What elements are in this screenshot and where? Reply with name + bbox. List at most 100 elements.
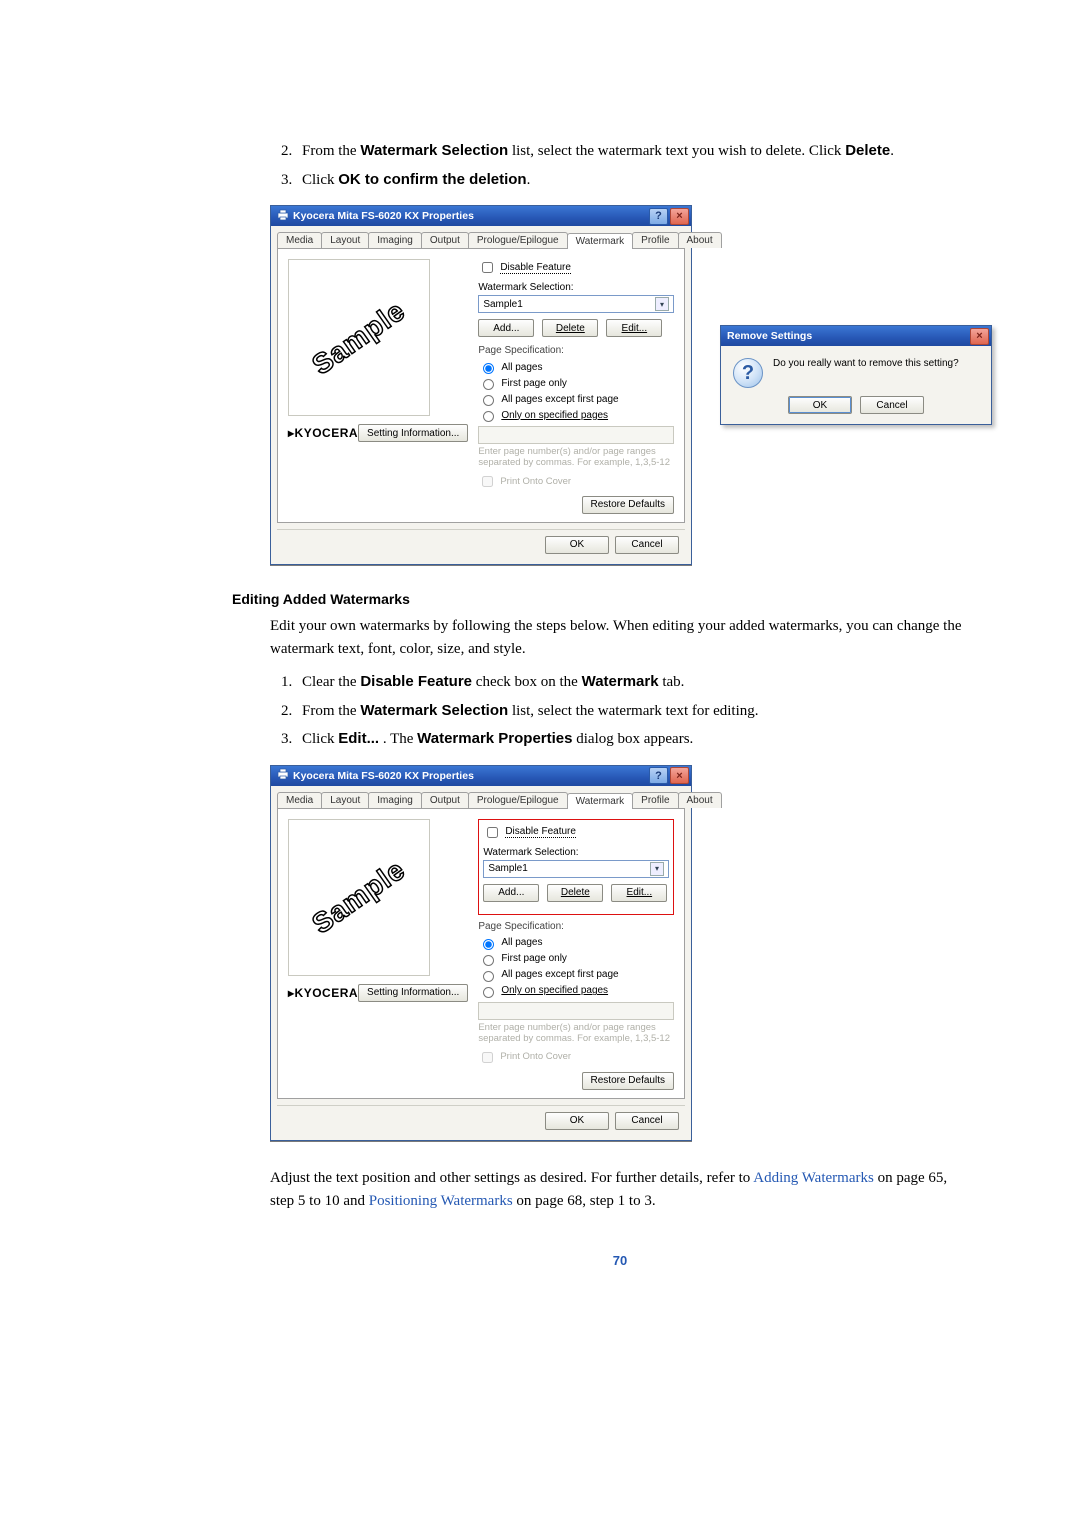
tab-imaging[interactable]: Imaging <box>368 792 422 808</box>
select-value: Sample1 <box>483 299 522 310</box>
page-number: 70 <box>270 1253 970 1268</box>
radio-exceptfirst[interactable] <box>483 395 494 406</box>
tab-media[interactable]: Media <box>277 232 322 248</box>
link-adding-watermarks[interactable]: Adding Watermarks <box>753 1170 874 1186</box>
watermark-select[interactable]: Sample1 ▾ <box>478 295 674 313</box>
add-button[interactable]: Add... <box>483 884 539 902</box>
tab-imaging[interactable]: Imaging <box>368 232 422 248</box>
cancel-button[interactable]: Cancel <box>615 1112 679 1130</box>
titlebar: Kyocera Mita FS-6020 KX Properties ? × <box>271 206 691 226</box>
bottom-paragraph: Adjust the text position and other setti… <box>270 1167 970 1214</box>
watermark-preview: Sample <box>288 259 430 416</box>
watermark-preview: Sample <box>288 819 430 976</box>
t: . <box>527 172 531 188</box>
close-button[interactable]: × <box>670 767 689 784</box>
disable-feature-checkbox[interactable] <box>482 262 493 273</box>
tab-watermark[interactable]: Watermark <box>567 793 634 809</box>
print-cover-label: Print Onto Cover <box>500 1051 571 1062</box>
pagespec-label: Page Specification: <box>478 345 674 356</box>
step-1b: Clear the Disable Feature check box on t… <box>296 671 970 694</box>
wmsel-label: Watermark Selection: <box>483 847 669 858</box>
edit-button[interactable]: Edit... <box>606 319 662 337</box>
t: on page 68, step 1 to 3. <box>513 1193 656 1209</box>
section-body: Edit your own watermarks by following th… <box>270 615 970 662</box>
close-button[interactable]: × <box>670 208 689 225</box>
brand-logo: ▸KYOCERA <box>288 426 358 440</box>
t: Click <box>302 172 338 188</box>
tab-profile[interactable]: Profile <box>632 232 678 248</box>
screenshot-1: Kyocera Mita FS-6020 KX Properties ? × M… <box>270 205 970 565</box>
t: Click <box>302 731 338 747</box>
radio-label: All pages except first page <box>501 969 618 980</box>
wmsel-label: Watermark Selection: <box>478 282 674 293</box>
step-3: Click OK to confirm the deletion. <box>296 169 970 192</box>
pages-help: Enter page number(s) and/or page ranges … <box>478 446 674 469</box>
radio-specified[interactable] <box>483 987 494 998</box>
radio-label: All pages <box>501 362 542 373</box>
tab-profile[interactable]: Profile <box>632 792 678 808</box>
radio-firstpage[interactable] <box>483 955 494 966</box>
b: OK to confirm the deletion <box>338 171 526 188</box>
tab-media[interactable]: Media <box>277 792 322 808</box>
step-2: From the Watermark Selection list, selec… <box>296 140 970 163</box>
cancel-button[interactable]: Cancel <box>615 536 679 554</box>
t: From the <box>302 143 360 159</box>
add-button[interactable]: Add... <box>478 319 534 337</box>
pagespec-label: Page Specification: <box>478 921 674 932</box>
tab-layout[interactable]: Layout <box>321 792 369 808</box>
confirm-cancel-button[interactable]: Cancel <box>860 396 924 414</box>
brand-logo: ▸KYOCERA <box>288 986 358 1000</box>
t: Clear the <box>302 674 360 690</box>
tab-about[interactable]: About <box>678 232 722 248</box>
window-title: Kyocera Mita FS-6020 KX Properties <box>293 770 647 782</box>
tab-about[interactable]: About <box>678 792 722 808</box>
confirm-dialog: Remove Settings × ? Do you really want t… <box>720 325 992 425</box>
print-cover-checkbox <box>482 1052 493 1063</box>
tab-layout[interactable]: Layout <box>321 232 369 248</box>
watermark-select[interactable]: Sample1 ▾ <box>483 860 669 878</box>
disable-feature-checkbox[interactable] <box>487 827 498 838</box>
radio-firstpage[interactable] <box>483 379 494 390</box>
confirm-ok-button[interactable]: OK <box>788 396 852 414</box>
help-button[interactable]: ? <box>649 767 668 784</box>
setting-info-button[interactable]: Setting Information... <box>358 984 468 1002</box>
tab-prologue[interactable]: Prologue/Epilogue <box>468 232 568 248</box>
confirm-titlebar: Remove Settings × <box>721 326 991 346</box>
print-cover-checkbox <box>482 476 493 487</box>
ok-button[interactable]: OK <box>545 1112 609 1130</box>
radio-label: Only on specified pages <box>501 985 608 996</box>
delete-button[interactable]: Delete <box>542 319 598 337</box>
confirm-title: Remove Settings <box>727 330 970 342</box>
link-positioning-watermarks[interactable]: Positioning Watermarks <box>369 1193 513 1209</box>
restore-defaults-button[interactable]: Restore Defaults <box>582 496 674 514</box>
help-button[interactable]: ? <box>649 208 668 225</box>
confirm-message: Do you really want to remove this settin… <box>773 358 959 369</box>
edit-button[interactable]: Edit... <box>611 884 667 902</box>
radio-allpages[interactable] <box>483 939 494 950</box>
radio-exceptfirst[interactable] <box>483 971 494 982</box>
confirm-close-button[interactable]: × <box>970 328 989 345</box>
radio-allpages[interactable] <box>483 363 494 374</box>
properties-dialog-2: Kyocera Mita FS-6020 KX Properties ? × M… <box>270 765 692 1141</box>
ok-button[interactable]: OK <box>545 536 609 554</box>
properties-dialog: Kyocera Mita FS-6020 KX Properties ? × M… <box>270 205 692 565</box>
chevron-down-icon: ▾ <box>650 862 664 876</box>
tab-strip: Media Layout Imaging Output Prologue/Epi… <box>271 226 691 248</box>
window-title: Kyocera Mita FS-6020 KX Properties <box>293 210 647 222</box>
setting-info-button[interactable]: Setting Information... <box>358 424 468 442</box>
restore-defaults-button[interactable]: Restore Defaults <box>582 1072 674 1090</box>
chevron-down-icon: ▾ <box>655 297 669 311</box>
tab-output[interactable]: Output <box>421 232 469 248</box>
t: list, select the watermark text you wish… <box>508 143 845 159</box>
question-icon: ? <box>733 358 763 388</box>
radio-label: All pages except first page <box>501 394 618 405</box>
radio-specified[interactable] <box>483 411 494 422</box>
t: list, select the watermark text for edit… <box>508 703 758 719</box>
delete-button[interactable]: Delete <box>547 884 603 902</box>
tab-watermark[interactable]: Watermark <box>567 233 634 249</box>
pages-help: Enter page number(s) and/or page ranges … <box>478 1022 674 1045</box>
print-cover-label: Print Onto Cover <box>500 476 571 487</box>
tab-prologue[interactable]: Prologue/Epilogue <box>468 792 568 808</box>
printer-icon <box>277 209 289 224</box>
tab-output[interactable]: Output <box>421 792 469 808</box>
